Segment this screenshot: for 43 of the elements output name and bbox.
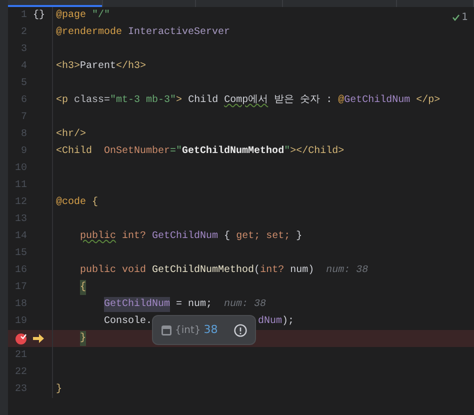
info-icon[interactable] — [234, 324, 247, 336]
arrow-icon — [33, 334, 44, 343]
value-type: {int} — [175, 324, 201, 338]
line-number: 4 — [20, 60, 27, 74]
value-text: 38 — [204, 322, 218, 338]
line-number: 3 — [20, 43, 27, 57]
editor-tab[interactable] — [8, 0, 102, 7]
code-line: <Child OnSetNumber="GetChildNumMethod"></Child> — [55, 144, 344, 159]
line-number: 12 — [14, 196, 27, 210]
code-line: public void GetChildNumMethod(int? num) num: 38 — [79, 264, 368, 278]
line-number: 23 — [14, 383, 27, 397]
code-line: @code { — [55, 196, 98, 210]
line-number: 21 — [14, 349, 27, 363]
line-number: 14 — [14, 230, 27, 244]
line-number: 7 — [20, 111, 27, 125]
code-line: <h3>Parent</h3> — [55, 60, 146, 74]
line-number: 19 — [14, 315, 27, 329]
line-number: 13 — [14, 213, 27, 227]
code-line: @rendermode InteractiveServer — [55, 26, 230, 40]
line-number: 18 — [14, 298, 27, 312]
line-number: 8 — [20, 128, 27, 142]
code-line: } — [55, 382, 62, 397]
code-line: GetChildNum = num; num: 38 — [103, 297, 266, 312]
line-number: 17 — [14, 281, 27, 295]
code-line: public int? GetChildNum { get; set; } — [79, 230, 302, 244]
line-number: 5 — [20, 77, 27, 91]
code-line: <hr/> — [55, 128, 86, 142]
line-number: 2 — [20, 26, 27, 40]
line-number: 1 — [20, 9, 27, 23]
check-icon — [452, 14, 460, 21]
line-number: 6 — [20, 94, 27, 108]
gutter-marker[interactable]: {} — [33, 8, 46, 23]
line-number: 22 — [14, 366, 27, 380]
line-number: 10 — [14, 162, 27, 176]
code-line: @page "/" — [55, 8, 110, 23]
line-number: 16 — [14, 264, 27, 278]
breakpoint-icon[interactable] — [15, 332, 27, 344]
code-line: <p class="mt-3 mb-3"> Child Comp에서 받은 숫자 : @GetChildNum </p> — [55, 94, 440, 108]
line-number: 11 — [14, 179, 27, 193]
line-number: 9 — [20, 145, 27, 159]
variable-icon — [161, 324, 172, 336]
line-number: 15 — [14, 247, 27, 261]
inspection-indicator[interactable]: 1 — [452, 10, 468, 25]
